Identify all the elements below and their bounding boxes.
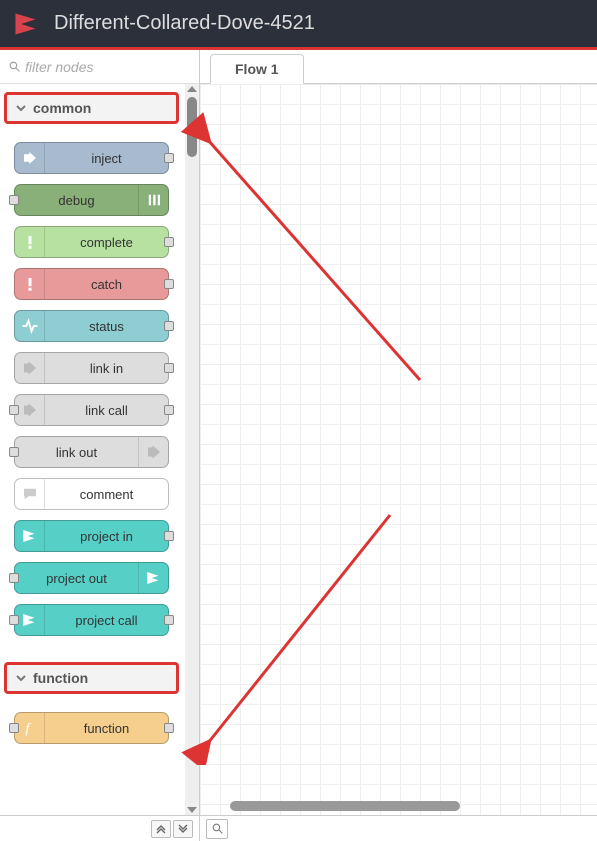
- scrollbar-track[interactable]: [187, 95, 197, 804]
- link-in-icon: [15, 395, 45, 425]
- palette-node-status[interactable]: status: [14, 310, 169, 342]
- palette-node-project-call[interactable]: project call: [14, 604, 169, 636]
- node-output-port: [164, 363, 174, 373]
- node-output-port: [164, 723, 174, 733]
- node-input-port: [9, 195, 19, 205]
- node-output-port: [164, 237, 174, 247]
- category-label: function: [33, 670, 88, 686]
- node-input-port: [9, 447, 19, 457]
- filter-nodes-input[interactable]: [25, 59, 191, 75]
- project-icon: [15, 521, 45, 551]
- palette-footer: [0, 815, 199, 841]
- chevron-down-icon: [15, 672, 27, 684]
- scroll-down-icon[interactable]: [187, 807, 197, 813]
- alert-icon: [15, 269, 45, 299]
- palette-node-complete[interactable]: complete: [14, 226, 169, 258]
- category-label: common: [33, 100, 91, 116]
- node-label: complete: [45, 235, 168, 250]
- canvas-footer: [200, 815, 597, 841]
- node-label: link out: [15, 445, 138, 460]
- page-title: Different-Collared-Dove-4521: [54, 12, 315, 35]
- comment-icon: [15, 479, 45, 509]
- node-label: catch: [45, 277, 168, 292]
- node-label: project in: [45, 529, 168, 544]
- link-in-icon: [15, 353, 45, 383]
- palette-node-inject[interactable]: inject: [14, 142, 169, 174]
- scrollbar-thumb[interactable]: [187, 97, 197, 157]
- node-label: project call: [45, 613, 168, 628]
- category-header-function[interactable]: function: [6, 664, 177, 692]
- node-label: link call: [45, 403, 168, 418]
- node-label: comment: [45, 487, 168, 502]
- palette-node-function[interactable]: f function: [14, 712, 169, 744]
- inject-icon: [15, 143, 45, 173]
- palette-node-project-out[interactable]: project out: [14, 562, 169, 594]
- alert-icon: [15, 227, 45, 257]
- category-header-common[interactable]: common: [6, 94, 177, 122]
- chevron-down-icon: [15, 102, 27, 114]
- canvas-horizontal-scrollbar-thumb[interactable]: [230, 801, 460, 811]
- palette-node-link-in[interactable]: link in: [14, 352, 169, 384]
- tab-label: Flow 1: [235, 61, 279, 77]
- canvas-search-button[interactable]: [206, 819, 228, 839]
- node-input-port: [9, 405, 19, 415]
- function-icon: f: [15, 713, 45, 743]
- node-label: inject: [45, 151, 168, 166]
- node-output-port: [164, 321, 174, 331]
- filter-nodes-wrap: [0, 50, 199, 84]
- palette-node-debug[interactable]: debug: [14, 184, 169, 216]
- palette-node-catch[interactable]: catch: [14, 268, 169, 300]
- app-logo-icon: [12, 10, 40, 38]
- node-label: link in: [45, 361, 168, 376]
- status-icon: [15, 311, 45, 341]
- flow-canvas[interactable]: [200, 84, 597, 815]
- palette-node-link-out[interactable]: link out: [14, 436, 169, 468]
- node-output-port: [164, 615, 174, 625]
- node-label: function: [45, 721, 168, 736]
- node-input-port: [9, 615, 19, 625]
- search-icon: [8, 60, 21, 73]
- node-input-port: [9, 723, 19, 733]
- app-header: Different-Collared-Dove-4521: [0, 0, 597, 50]
- project-icon: [138, 563, 168, 593]
- palette-scrollbar[interactable]: [185, 84, 199, 815]
- project-icon: [15, 605, 45, 635]
- palette-node-link-call[interactable]: link call: [14, 394, 169, 426]
- node-label: status: [45, 319, 168, 334]
- link-out-icon: [138, 437, 168, 467]
- palette-node-comment[interactable]: comment: [14, 478, 169, 510]
- node-output-port: [164, 153, 174, 163]
- node-input-port: [9, 573, 19, 583]
- node-output-port: [164, 279, 174, 289]
- tab-flow-1[interactable]: Flow 1: [210, 54, 304, 84]
- svg-text:f: f: [25, 721, 31, 736]
- expand-all-button[interactable]: [173, 820, 193, 838]
- canvas-horizontal-scrollbar[interactable]: [230, 801, 587, 811]
- node-output-port: [164, 405, 174, 415]
- palette-sidebar: common inject debug complete catch status link…: [0, 50, 200, 841]
- node-output-port: [164, 531, 174, 541]
- main-area: Flow 1: [200, 50, 597, 841]
- node-label: debug: [15, 193, 138, 208]
- scroll-up-icon[interactable]: [187, 86, 197, 92]
- node-label: project out: [15, 571, 138, 586]
- palette-node-project-in[interactable]: project in: [14, 520, 169, 552]
- collapse-all-button[interactable]: [151, 820, 171, 838]
- flow-tabs: Flow 1: [200, 50, 597, 84]
- debug-icon: [138, 185, 168, 215]
